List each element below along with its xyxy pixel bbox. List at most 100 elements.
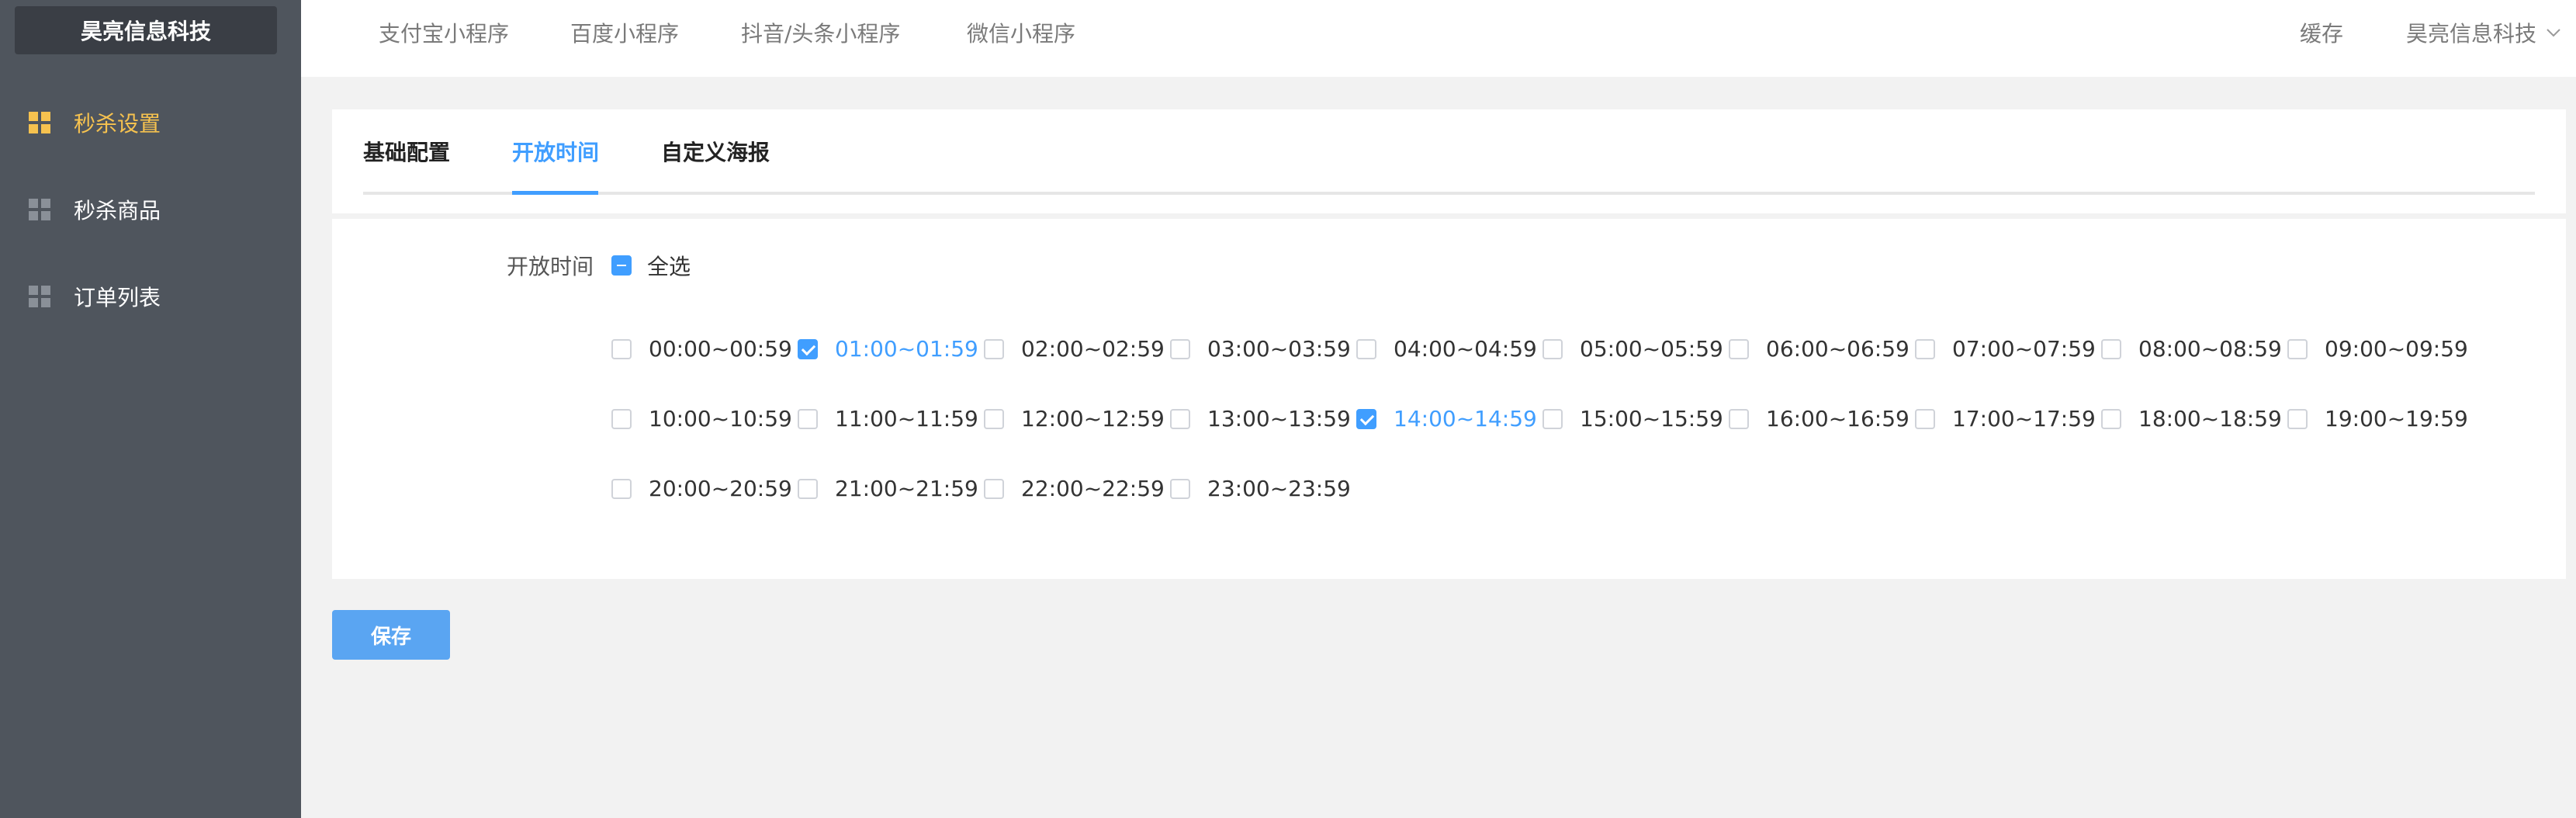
checkbox-icon[interactable]	[1915, 338, 1935, 359]
time-slot-checkbox[interactable]: 22:00~22:59	[984, 476, 1165, 501]
time-slot-checkbox[interactable]: 12:00~12:59	[984, 406, 1165, 432]
time-slot-checkbox[interactable]: 01:00~01:59	[798, 336, 978, 362]
grid-icon	[29, 112, 50, 133]
time-slot-checkbox[interactable]: 05:00~05:59	[1542, 336, 1723, 362]
cache-link[interactable]: 缓存	[2300, 17, 2343, 48]
sidebar-item-label: 秒杀设置	[74, 111, 161, 137]
tab-basic-config[interactable]: 基础配置	[363, 136, 450, 167]
check-all-box[interactable]	[611, 255, 632, 276]
checkbox-icon[interactable]	[1170, 338, 1190, 359]
time-slot-checkbox[interactable]: 03:00~03:59	[1170, 336, 1351, 362]
top-link-douyin[interactable]: 抖音/头条小程序	[741, 17, 900, 48]
checkbox-icon[interactable]	[1170, 478, 1190, 499]
top-link-alipay[interactable]: 支付宝小程序	[379, 17, 509, 48]
checkbox-icon[interactable]	[1170, 408, 1190, 429]
time-slot-checkbox[interactable]: 21:00~21:59	[798, 476, 978, 501]
tab-custom-poster[interactable]: 自定义海报	[661, 136, 770, 167]
brand-logo: 昊亮信息科技	[15, 6, 277, 54]
checkbox-icon[interactable]	[1729, 408, 1749, 429]
sidebar-item-seckill-products[interactable]: 秒杀商品	[0, 180, 301, 239]
checkbox-checked-icon[interactable]	[798, 338, 818, 359]
checkbox-icon[interactable]	[984, 478, 1004, 499]
time-slot-label: 19:00~19:59	[2325, 406, 2468, 432]
time-slot-label: 00:00~00:59	[649, 336, 792, 362]
time-slot-label: 11:00~11:59	[835, 406, 978, 432]
time-slot-checkbox[interactable]: 14:00~14:59	[1356, 406, 1537, 432]
checkbox-icon[interactable]	[2101, 408, 2121, 429]
time-slot-checkbox[interactable]: 19:00~19:59	[2287, 406, 2468, 432]
time-slot-label: 01:00~01:59	[835, 336, 978, 362]
time-slot-label: 21:00~21:59	[835, 476, 978, 501]
time-slot-label: 10:00~10:59	[649, 406, 792, 432]
sidebar-item-seckill-settings[interactable]: 秒杀设置	[0, 93, 301, 152]
time-slot-label: 07:00~07:59	[1952, 336, 2096, 362]
checkbox-icon[interactable]	[2287, 408, 2308, 429]
time-slot-checkbox[interactable]: 10:00~10:59	[611, 406, 792, 432]
time-slot-checkbox[interactable]: 17:00~17:59	[1915, 406, 2096, 432]
checkbox-icon[interactable]	[984, 338, 1004, 359]
check-all-label: 全选	[647, 254, 691, 279]
time-slot-checkbox[interactable]: 15:00~15:59	[1542, 406, 1723, 432]
top-link-wechat[interactable]: 微信小程序	[967, 17, 1075, 48]
time-slot-label: 13:00~13:59	[1207, 406, 1351, 432]
sidebar-item-order-list[interactable]: 订单列表	[0, 267, 301, 326]
check-all-checkbox[interactable]: 全选	[611, 250, 691, 281]
time-slot-checkbox[interactable]: 06:00~06:59	[1729, 336, 1909, 362]
grid-icon	[29, 199, 50, 220]
time-slot-checkbox[interactable]: 20:00~20:59	[611, 476, 792, 501]
checkbox-icon[interactable]	[2287, 338, 2308, 359]
checkbox-icon[interactable]	[798, 478, 818, 499]
checkbox-icon[interactable]	[1729, 338, 1749, 359]
time-slot-checkbox[interactable]: 00:00~00:59	[611, 336, 792, 362]
open-time-card: 开放时间 全选 00:00~00:59 01:00~01:59 02:00~02:5…	[332, 219, 2566, 579]
top-link-baidu[interactable]: 百度小程序	[570, 17, 679, 48]
time-slot-checkbox[interactable]: 07:00~07:59	[1915, 336, 2096, 362]
checkbox-icon[interactable]	[1915, 408, 1935, 429]
checkbox-icon[interactable]	[798, 408, 818, 429]
open-time-label: 开放时间	[507, 254, 594, 279]
chevron-down-icon	[2547, 29, 2560, 37]
checkbox-icon[interactable]	[611, 478, 632, 499]
time-slot-label: 22:00~22:59	[1021, 476, 1165, 501]
time-slot-label: 23:00~23:59	[1207, 476, 1351, 501]
checkbox-icon[interactable]	[1542, 338, 1563, 359]
grid-icon	[29, 286, 50, 307]
time-slot-checkbox[interactable]: 18:00~18:59	[2101, 406, 2282, 432]
time-slot-label: 16:00~16:59	[1766, 406, 1909, 432]
time-slot-label: 12:00~12:59	[1021, 406, 1165, 432]
checkbox-icon[interactable]	[984, 408, 1004, 429]
time-slot-label: 18:00~18:59	[2138, 406, 2282, 432]
time-slot-label: 05:00~05:59	[1580, 336, 1723, 362]
user-menu[interactable]: 昊亮信息科技	[2406, 17, 2561, 48]
time-slot-checkbox[interactable]: 04:00~04:59	[1356, 336, 1537, 362]
tab-active-indicator	[512, 191, 598, 195]
sidebar-item-label: 订单列表	[74, 285, 161, 310]
sidebar-item-label: 秒杀商品	[74, 198, 161, 224]
time-slot-checkbox[interactable]: 13:00~13:59	[1170, 406, 1351, 432]
save-button[interactable]: 保存	[332, 610, 450, 660]
time-slot-label: 02:00~02:59	[1021, 336, 1165, 362]
time-slot-checkbox[interactable]: 16:00~16:59	[1729, 406, 1909, 432]
tabs-divider	[363, 192, 2535, 195]
time-slot-label: 03:00~03:59	[1207, 336, 1351, 362]
tab-open-time[interactable]: 开放时间	[512, 136, 599, 167]
checkbox-icon[interactable]	[611, 338, 632, 359]
time-slot-checkbox[interactable]: 08:00~08:59	[2101, 336, 2282, 362]
time-slot-checkbox[interactable]: 09:00~09:59	[2287, 336, 2468, 362]
checkbox-icon[interactable]	[611, 408, 632, 429]
time-slot-checkbox[interactable]: 23:00~23:59	[1170, 476, 1351, 501]
checkbox-icon[interactable]	[1356, 338, 1376, 359]
time-slot-label: 08:00~08:59	[2138, 336, 2282, 362]
time-slot-checkbox[interactable]: 11:00~11:59	[798, 406, 978, 432]
time-slot-label: 15:00~15:59	[1580, 406, 1723, 432]
time-slot-label: 04:00~04:59	[1394, 336, 1537, 362]
checkbox-checked-icon[interactable]	[1356, 408, 1376, 429]
checkbox-icon[interactable]	[1542, 408, 1563, 429]
time-slot-label: 06:00~06:59	[1766, 336, 1909, 362]
time-slot-label: 17:00~17:59	[1952, 406, 2096, 432]
time-slot-checkbox[interactable]: 02:00~02:59	[984, 336, 1165, 362]
top-bar: 支付宝小程序 百度小程序 抖音/头条小程序 微信小程序 缓存 昊亮信息科技	[301, 0, 2576, 77]
checkbox-icon[interactable]	[2101, 338, 2121, 359]
user-name: 昊亮信息科技	[2406, 21, 2537, 47]
time-slot-label: 20:00~20:59	[649, 476, 792, 501]
